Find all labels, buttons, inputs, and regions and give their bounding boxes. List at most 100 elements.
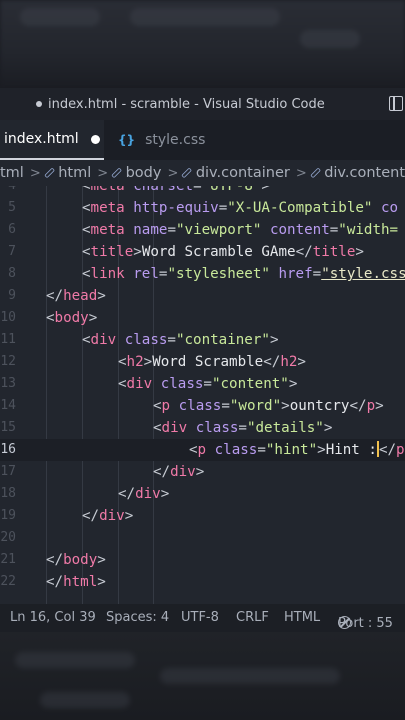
code-text: </html> bbox=[46, 571, 106, 593]
code-text: <body> bbox=[46, 307, 97, 329]
code-token: < bbox=[189, 442, 198, 458]
breadcrumb-item[interactable]: body bbox=[126, 165, 162, 181]
code-text: <meta name="viewport" content="width= bbox=[82, 219, 398, 241]
code-token: content bbox=[261, 222, 330, 238]
code-token: > bbox=[269, 332, 279, 348]
code-text: <div class="content"> bbox=[118, 373, 297, 395]
tab-style-css[interactable]: {} style.css bbox=[118, 120, 205, 160]
code-token: div bbox=[161, 420, 188, 436]
code-token: </ bbox=[46, 288, 64, 304]
code-token: < bbox=[82, 200, 91, 216]
line-number: 21 bbox=[0, 552, 16, 567]
code-text: </head> bbox=[46, 285, 106, 307]
line-number: 6 bbox=[8, 222, 16, 237]
toggle-panel-icon[interactable] bbox=[389, 96, 403, 111]
code-token: div bbox=[126, 376, 153, 392]
line-ending[interactable]: CRLF bbox=[236, 610, 269, 625]
code-text: <div class="container"> bbox=[82, 329, 278, 351]
line-number: 15 bbox=[0, 420, 16, 435]
line-number: 22 bbox=[0, 574, 16, 589]
code-line[interactable]: 6 <meta name="viewport" content="width= bbox=[0, 219, 405, 241]
code-editor[interactable]: 4<meta charset="UTF-8">5<meta http-equiv… bbox=[0, 186, 405, 604]
code-line[interactable]: 10 <body> bbox=[0, 307, 405, 329]
code-text: <p class="hint">Hint : </p bbox=[189, 439, 405, 461]
unsaved-dot-icon bbox=[36, 101, 42, 107]
code-token: </ bbox=[82, 508, 100, 524]
cursor-position[interactable]: Ln 16, Col 39 bbox=[10, 610, 96, 625]
code-line[interactable]: 4 <meta charset="UTF-8"> bbox=[0, 186, 405, 197]
code-token: > bbox=[143, 354, 153, 370]
code-token: </ bbox=[263, 354, 281, 370]
code-token: div bbox=[90, 332, 117, 348]
code-token: p bbox=[161, 398, 171, 414]
code-line[interactable]: 20 bbox=[0, 527, 405, 549]
code-line[interactable]: 8 <link rel="stylesheet" href="style.css bbox=[0, 263, 405, 285]
code-token: > bbox=[124, 508, 134, 524]
code-token: link bbox=[90, 266, 125, 282]
code-text: <meta http-equiv="X-UA-Compatible" co bbox=[82, 197, 398, 219]
code-text: </body> bbox=[46, 549, 106, 571]
code-line[interactable]: 12 <h2>Word Scramble</h2> bbox=[0, 351, 405, 373]
indentation[interactable]: Spaces: 4 bbox=[106, 610, 169, 625]
code-token: "style.css bbox=[321, 266, 405, 282]
code-token: "container" bbox=[175, 332, 270, 348]
element-icon bbox=[111, 167, 123, 179]
code-line[interactable]: 9 </head> bbox=[0, 285, 405, 307]
breadcrumb-item[interactable]: div.container bbox=[196, 165, 290, 181]
code-token: </ bbox=[349, 398, 367, 414]
tab-label: index.html bbox=[4, 131, 79, 147]
code-line[interactable]: 16 <p class="hint">Hint : </p bbox=[0, 439, 405, 461]
code-token: = bbox=[203, 376, 212, 392]
code-token: meta bbox=[90, 200, 125, 216]
code-token: p bbox=[197, 442, 207, 458]
code-token: </ bbox=[295, 244, 313, 260]
code-line[interactable]: 5 <meta http-equiv="X-UA-Compatible" co bbox=[0, 197, 405, 219]
code-token: h2 bbox=[280, 354, 298, 370]
code-token: = bbox=[167, 222, 176, 238]
code-line[interactable]: 22 </html> bbox=[0, 571, 405, 593]
code-line[interactable]: 11 <div class="container"> bbox=[0, 329, 405, 351]
code-token: class bbox=[152, 376, 204, 392]
code-token: = bbox=[167, 332, 176, 348]
css-icon: {} bbox=[118, 133, 136, 147]
code-text: <meta charset="UTF-8"> bbox=[82, 186, 270, 197]
code-line[interactable]: 15 <div class="details"> bbox=[0, 417, 405, 439]
code-token: > bbox=[97, 574, 106, 590]
code-line[interactable]: 21 </body> bbox=[0, 549, 405, 571]
status-bar: Ln 16, Col 39 Spaces: 4 UTF-8 CRLF HTML … bbox=[0, 604, 405, 632]
code-token: div bbox=[170, 464, 196, 480]
code-line[interactable]: 13 <div class="content"> bbox=[0, 373, 405, 395]
code-line[interactable]: 19 </div> bbox=[0, 505, 405, 527]
code-line[interactable]: 7 <title>Word Scramble GAme</title> bbox=[0, 241, 405, 263]
code-token: "stylesheet" bbox=[167, 266, 270, 282]
modified-dot-icon[interactable] bbox=[90, 134, 100, 144]
encoding[interactable]: UTF-8 bbox=[181, 610, 219, 625]
tab-label: style.css bbox=[145, 132, 206, 148]
code-token: h2 bbox=[126, 354, 144, 370]
code-token: name bbox=[124, 222, 168, 238]
code-token: "content" bbox=[211, 376, 289, 392]
code-token: > bbox=[281, 398, 290, 414]
tab-index-html[interactable]: index.html bbox=[0, 120, 104, 160]
line-number: 18 bbox=[0, 486, 16, 501]
code-token: class bbox=[170, 398, 222, 414]
code-token: = bbox=[238, 420, 247, 436]
breadcrumb-item[interactable]: html bbox=[58, 165, 91, 181]
code-token: < bbox=[82, 332, 91, 348]
code-line[interactable]: 17 </div> bbox=[0, 461, 405, 483]
breadcrumb-item[interactable]: div.content bbox=[324, 165, 405, 181]
language-mode[interactable]: HTML bbox=[284, 610, 320, 625]
code-token: </ bbox=[118, 486, 136, 502]
breadcrumb-item[interactable]: tml bbox=[0, 165, 24, 181]
blurred-bottom-background bbox=[0, 632, 405, 720]
code-line[interactable]: 14 <p class="word">ountcry</p> bbox=[0, 395, 405, 417]
code-token: </ bbox=[378, 442, 397, 458]
element-icon bbox=[43, 167, 55, 179]
code-token: html bbox=[63, 574, 98, 590]
code-token: < bbox=[118, 376, 127, 392]
code-line[interactable]: 18 </div> bbox=[0, 483, 405, 505]
code-token: ountcry bbox=[289, 398, 350, 414]
code-text: <h2>Word Scramble</h2> bbox=[118, 351, 306, 373]
code-token: "viewport" bbox=[175, 222, 262, 238]
code-token: charset bbox=[124, 186, 194, 194]
